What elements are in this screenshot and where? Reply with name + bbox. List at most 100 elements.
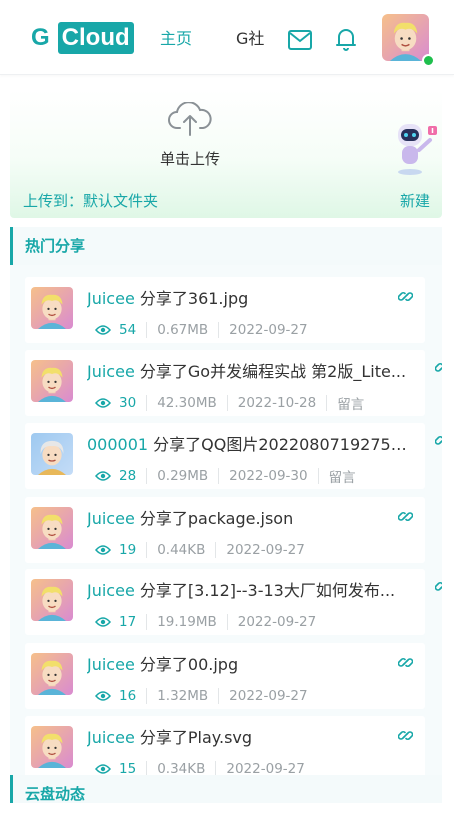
cloud-upload-icon xyxy=(168,102,212,136)
top-header: G Cloud 主页 G社 xyxy=(0,0,454,75)
bell-icon[interactable] xyxy=(335,27,357,51)
link-icon[interactable] xyxy=(398,728,413,743)
share-item[interactable]: Juicee 分享了Play.svg 15 0.34KB 2022-09-27 xyxy=(25,716,425,775)
eye-icon xyxy=(95,325,111,335)
file-size: 0.44KB xyxy=(157,542,206,558)
share-user[interactable]: Juicee xyxy=(87,289,135,308)
file-size: 0.29MB xyxy=(157,468,209,484)
share-date: 2022-09-27 xyxy=(229,322,308,338)
divider xyxy=(146,468,148,484)
share-meta: 16 1.32MB 2022-09-27 xyxy=(95,687,308,705)
divider xyxy=(317,468,319,484)
share-meta: 54 0.67MB 2022-09-27 xyxy=(95,321,308,339)
share-user[interactable]: 000001 xyxy=(87,435,148,454)
view-count: 15 xyxy=(119,761,137,775)
divider xyxy=(146,688,148,704)
link-icon[interactable] xyxy=(435,360,442,375)
link-icon[interactable] xyxy=(398,289,413,304)
share-title: Juicee 分享了00.jpg xyxy=(87,651,409,675)
view-count: 19 xyxy=(119,542,137,558)
share-text: 分享了Go并发编程实战 第2版_Lite... xyxy=(139,362,407,381)
share-user[interactable]: Juicee xyxy=(87,728,135,747)
link-icon[interactable] xyxy=(398,509,413,524)
share-item[interactable]: Juicee 分享了00.jpg 16 1.32MB 2022-09-27 xyxy=(25,643,425,709)
logo-cloud: Cloud xyxy=(57,22,134,54)
share-user[interactable]: Juicee xyxy=(87,509,135,528)
robot-mascot-icon xyxy=(398,124,437,175)
share-date: 2022-10-28 xyxy=(237,395,317,411)
divider xyxy=(226,614,228,630)
share-meta: 19 0.44KB 2022-09-27 xyxy=(95,541,305,559)
avatar xyxy=(31,653,73,695)
online-status-dot xyxy=(422,54,435,67)
share-item[interactable]: Juicee 分享了package.json 19 0.44KB 2022-09… xyxy=(25,497,425,563)
share-user[interactable]: Juicee xyxy=(87,362,135,381)
share-item[interactable]: Juicee 分享了361.jpg 54 0.67MB 2022-09-27 xyxy=(25,277,425,343)
view-count: 30 xyxy=(119,395,137,411)
divider xyxy=(226,395,228,411)
share-text: 分享了Play.svg xyxy=(139,728,253,747)
link-icon[interactable] xyxy=(398,655,413,670)
share-item[interactable]: Juicee 分享了Go并发编程实战 第2版_Lite... 30 42.30M… xyxy=(25,350,425,416)
divider xyxy=(146,542,148,558)
share-list: Juicee 分享了361.jpg 54 0.67MB 2022-09-27 J… xyxy=(10,265,442,775)
app-logo[interactable]: G Cloud xyxy=(31,22,134,54)
share-date: 2022-09-27 xyxy=(237,614,317,630)
view-count: 16 xyxy=(119,688,137,704)
share-text: 分享了361.jpg xyxy=(139,289,249,308)
share-text: 分享了package.json xyxy=(139,509,294,528)
avatar xyxy=(31,287,73,329)
link-icon[interactable] xyxy=(435,579,442,594)
share-title: Juicee 分享了[3.12]--3-13大厂如何发布... xyxy=(87,577,409,601)
user-avatar[interactable] xyxy=(382,14,429,61)
divider xyxy=(215,761,217,775)
avatar xyxy=(31,726,73,768)
link-icon[interactable] xyxy=(435,433,442,448)
share-date: 2022-09-27 xyxy=(226,761,305,775)
share-date: 2022-09-30 xyxy=(229,468,308,484)
comment-link[interactable]: 留言 xyxy=(337,393,364,413)
mail-icon[interactable] xyxy=(288,30,312,50)
divider xyxy=(146,395,148,411)
view-count: 17 xyxy=(119,614,137,630)
share-text: 分享了QQ图片20220807192753... xyxy=(153,435,409,454)
logo-g: G xyxy=(31,24,50,51)
eye-icon xyxy=(95,398,111,408)
share-meta: 30 42.30MB 2022-10-28 留言 xyxy=(95,393,364,413)
file-size: 0.34KB xyxy=(157,761,206,775)
upload-action-label: 单击上传 xyxy=(159,150,220,168)
eye-icon xyxy=(95,545,111,555)
share-item[interactable]: 000001 分享了QQ图片20220807192753... 28 0.29M… xyxy=(25,423,425,489)
share-title: Juicee 分享了Go并发编程实战 第2版_Lite... xyxy=(87,358,409,382)
share-meta: 17 19.19MB 2022-09-27 xyxy=(95,613,316,631)
eye-icon xyxy=(95,764,111,774)
file-size: 19.19MB xyxy=(157,614,217,630)
share-title: Juicee 分享了Play.svg xyxy=(87,724,409,748)
section-hot-share: 热门分享 xyxy=(10,227,442,265)
share-user[interactable]: Juicee xyxy=(87,581,135,600)
new-folder-button[interactable]: 新建 xyxy=(400,190,430,211)
eye-icon xyxy=(95,471,111,481)
share-date: 2022-09-27 xyxy=(229,688,308,704)
comment-link[interactable]: 留言 xyxy=(329,466,356,486)
share-item[interactable]: Juicee 分享了[3.12]--3-13大厂如何发布... 17 19.19… xyxy=(25,569,425,635)
nav-g-community[interactable]: G社 xyxy=(236,25,264,49)
file-size: 1.32MB xyxy=(157,688,209,704)
divider xyxy=(146,614,148,630)
divider xyxy=(215,542,217,558)
view-count: 54 xyxy=(119,322,137,338)
share-date: 2022-09-27 xyxy=(226,542,305,558)
upload-target-folder[interactable]: 上传到：默认文件夹 xyxy=(23,190,158,211)
share-text: 分享了[3.12]--3-13大厂如何发布... xyxy=(139,581,396,600)
share-user[interactable]: Juicee xyxy=(87,655,135,674)
upload-card: 单击上传 上传到：默认文件夹 新建 xyxy=(10,90,442,218)
share-title: Juicee 分享了package.json xyxy=(87,505,409,529)
divider xyxy=(326,395,328,411)
file-size: 42.30MB xyxy=(157,395,217,411)
nav-home[interactable]: 主页 xyxy=(160,25,192,49)
section-cloud-activity: 云盘动态 xyxy=(10,775,442,803)
share-meta: 15 0.34KB 2022-09-27 xyxy=(95,760,305,775)
divider xyxy=(218,322,220,338)
share-text: 分享了00.jpg xyxy=(139,655,239,674)
eye-icon xyxy=(95,691,111,701)
